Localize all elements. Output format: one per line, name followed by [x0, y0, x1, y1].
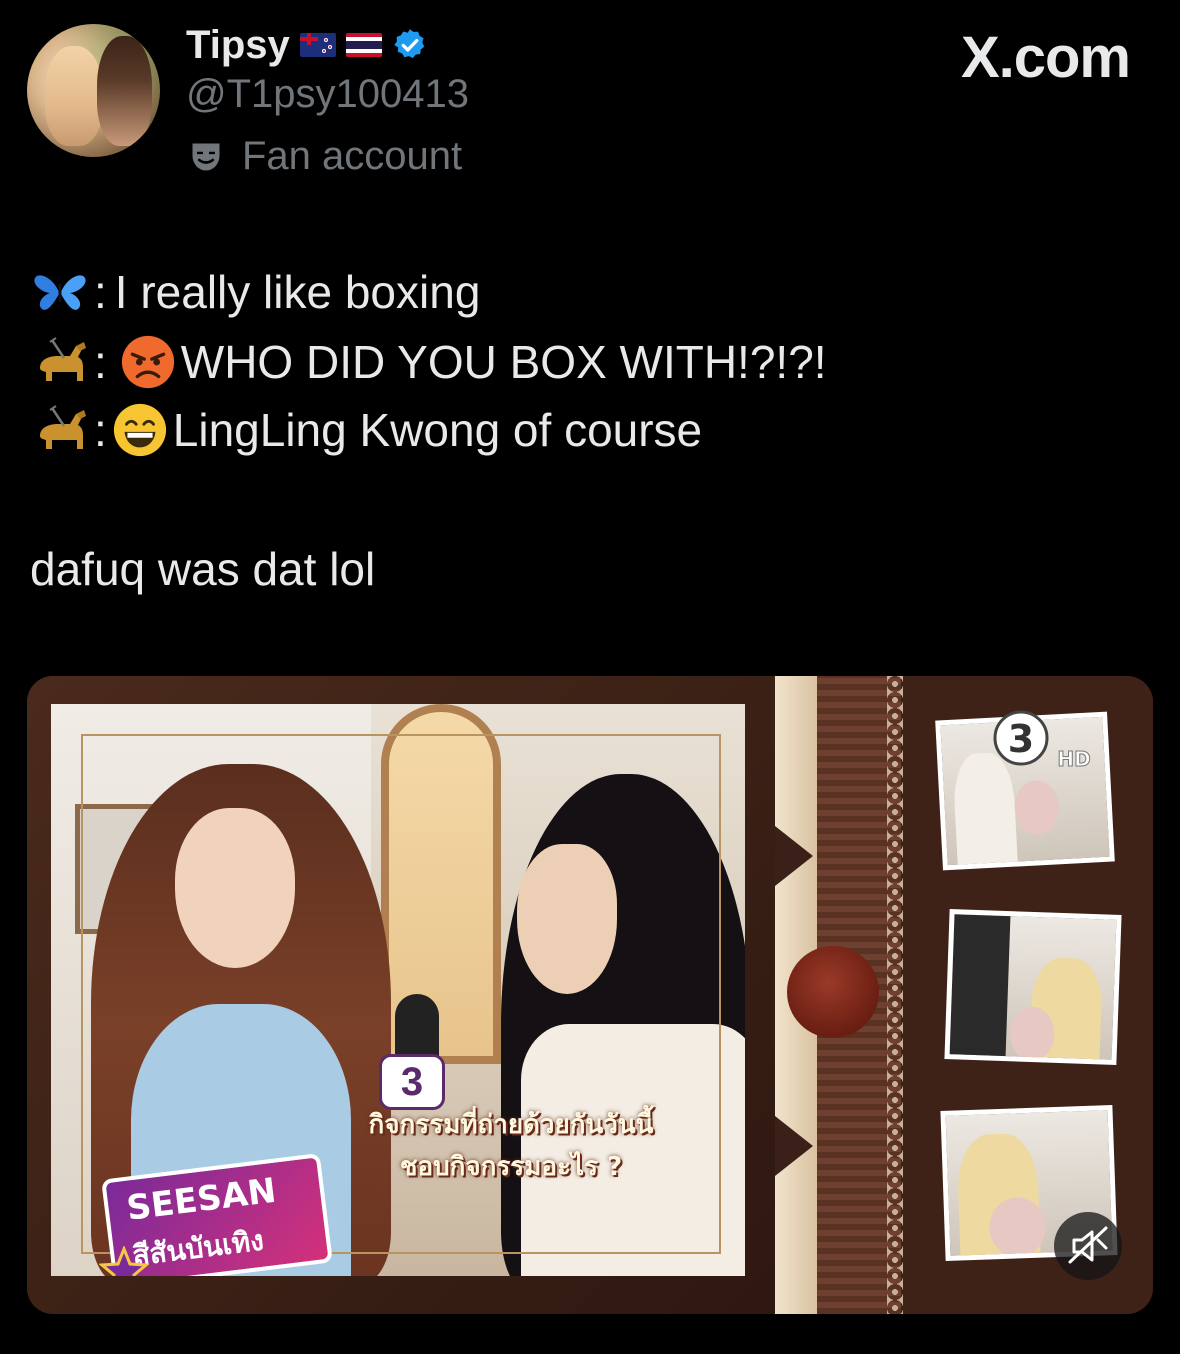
grinning-face-icon	[113, 403, 166, 457]
tweet-comment: dafuq was dat lol	[30, 543, 376, 595]
channel-number: 3	[1008, 717, 1034, 761]
theater-mask-icon	[192, 143, 220, 170]
display-name[interactable]: Tipsy	[186, 23, 290, 68]
tweet-line-3: : LingLing Kwong of course	[30, 400, 702, 460]
butterfly-icon	[34, 275, 86, 310]
site-watermark: X.com	[960, 25, 1131, 90]
line-3-colon: :	[94, 404, 107, 456]
wax-seal	[787, 946, 879, 1038]
line-1-colon: :	[94, 266, 107, 318]
caption-line-2: ชอบกิจกรรมอะไร ?	[399, 1152, 623, 1182]
frame-notch	[775, 826, 813, 886]
thumbnail-2	[944, 909, 1122, 1065]
verified-badge-icon	[394, 29, 424, 59]
account-label-text: Fan account	[242, 134, 463, 178]
media-video-card[interactable]: 3 กิจกรรมที่ถ่ายด้วยกันวันนี้ ชอบกิจกรรม…	[27, 676, 1153, 1314]
line-2-colon: :	[94, 336, 107, 388]
line-3-text: LingLing Kwong of course	[172, 404, 703, 456]
line-1-text: I really like boxing	[114, 266, 481, 318]
caption-line-1: กิจกรรมที่ถ่ายด้วยกันวันนี้	[368, 1110, 654, 1140]
profile-avatar[interactable]	[27, 24, 160, 157]
tweet-line-2: : WHO DID YOU BOX WITH!?!?!	[30, 332, 827, 392]
new-zealand-flag-icon	[299, 33, 336, 57]
show-logo-subtitle: สีสันบันเทิง	[130, 1223, 266, 1273]
account-label: Fan account	[188, 134, 462, 179]
speaker-muted-icon	[1068, 1226, 1108, 1264]
mute-toggle-button[interactable]	[1054, 1212, 1122, 1280]
star-icon	[99, 1246, 149, 1276]
video-frame[interactable]: 3 กิจกรรมที่ถ่ายด้วยกันวันนี้ ชอบกิจกรรม…	[51, 704, 745, 1276]
channel-hd-label: HD	[1057, 747, 1090, 770]
user-handle[interactable]: @T1psy100413	[186, 72, 469, 117]
thailand-flag-icon	[345, 33, 382, 57]
angry-face-icon	[121, 335, 174, 389]
frame-notch	[775, 1116, 813, 1176]
tweet-screenshot: Tipsy @T1psy100413 Fan account X.com : I…	[0, 0, 1180, 1354]
guide-dog-icon	[40, 337, 86, 381]
tweet-line-1: : I really like boxing	[30, 262, 480, 322]
line-2-text: WHO DID YOU BOX WITH!?!?!	[180, 336, 827, 388]
display-name-row: Tipsy	[186, 22, 428, 68]
guide-dog-icon	[40, 405, 86, 449]
video-caption: กิจกรรมที่ถ่ายด้วยกันวันนี้ ชอบกิจกรรมอะ…	[311, 1104, 711, 1188]
channel-3-hd-logo: 3 HD	[993, 710, 1091, 770]
